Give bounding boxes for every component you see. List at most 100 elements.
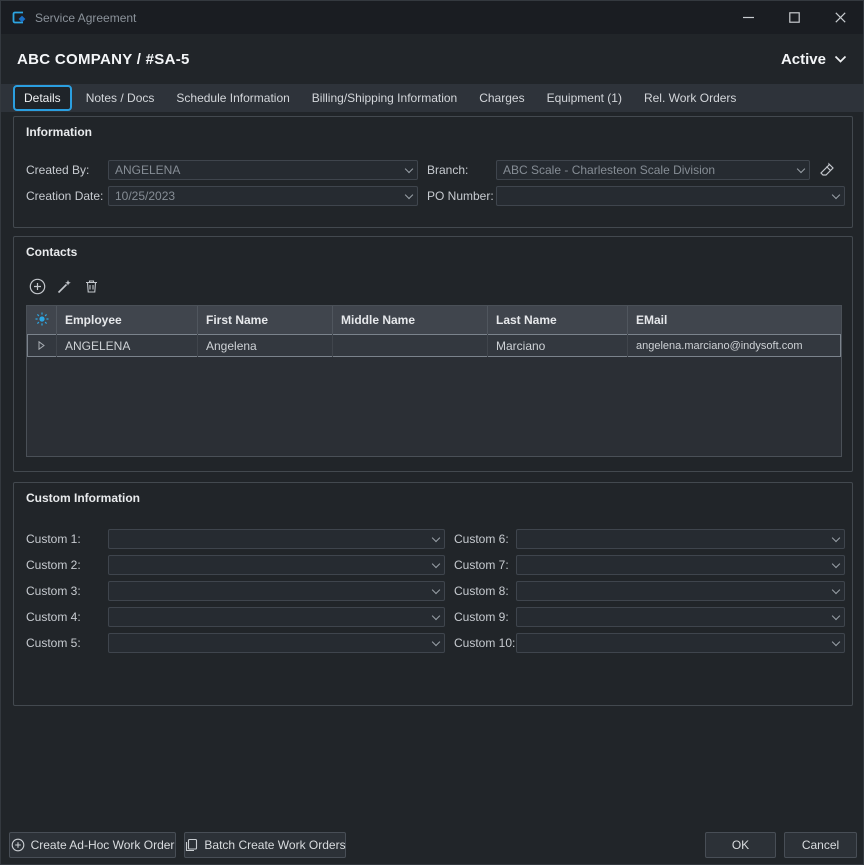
tab-schedule-information[interactable]: Schedule Information [165,84,300,112]
branch-value: ABC Scale - Charlesteon Scale Division [497,163,792,177]
minimize-button[interactable] [725,1,771,34]
chevron-down-icon [427,530,444,548]
custom-8-label: Custom 8: [454,581,509,601]
tab-rel-work-orders[interactable]: Rel. Work Orders [633,84,747,112]
titlebar: Service Agreement [1,1,863,34]
chevron-down-icon [400,161,417,179]
eraser-icon[interactable] [818,161,836,179]
creation-date-value: 10/25/2023 [109,189,400,203]
information-group: Information Created By: ANGELENA Branch:… [13,116,853,228]
batch-create-label: Batch Create Work Orders [204,838,345,852]
cancel-button[interactable]: Cancel [784,832,857,858]
documents-icon [184,838,198,852]
window-title: Service Agreement [35,11,136,25]
custom-3-label: Custom 3: [26,581,81,601]
custom-7-label: Custom 7: [454,555,509,575]
custom-9-label: Custom 9: [454,607,509,627]
chevron-down-icon [400,187,417,205]
custom-4-dropdown[interactable] [108,607,445,627]
tab-bar: Details Notes / Docs Schedule Informatio… [1,84,863,112]
close-button[interactable] [817,1,863,34]
information-group-title: Information [26,125,92,139]
create-adhoc-label: Create Ad-Hoc Work Order [31,838,175,852]
status-value: Active [781,51,826,68]
magic-wand-icon[interactable] [55,277,73,295]
custom-10-dropdown[interactable] [516,633,845,653]
column-header-employee[interactable]: Employee [57,306,198,334]
custom-6-dropdown[interactable] [516,529,845,549]
custom-9-dropdown[interactable] [516,607,845,627]
tab-charges[interactable]: Charges [468,84,535,112]
contact-row[interactable]: ANGELENA Angelena Marciano angelena.marc… [27,334,841,357]
branch-label: Branch: [427,160,468,180]
ok-label: OK [732,838,749,852]
chevron-down-icon [827,608,844,626]
chevron-down-icon [427,556,444,574]
contacts-group: Contacts Employee First Name M [13,236,853,472]
column-chooser-button[interactable] [27,306,57,334]
custom-5-label: Custom 5: [26,633,81,653]
record-title: ABC COMPANY / #SA-5 [17,51,190,68]
custom-2-dropdown[interactable] [108,555,445,575]
service-agreement-window: Service Agreement ABC COMPANY / #SA-5 Ac… [0,0,864,865]
app-icon [10,9,27,26]
custom-4-label: Custom 4: [26,607,81,627]
tab-equipment[interactable]: Equipment (1) [536,84,633,112]
cell-email: angelena.marciano@indysoft.com [628,334,841,357]
cell-last-name: Marciano [488,334,628,357]
custom-3-dropdown[interactable] [108,581,445,601]
delete-contact-icon[interactable] [82,277,100,295]
branch-dropdown[interactable]: ABC Scale - Charlesteon Scale Division [496,160,810,180]
po-number-label: PO Number: [427,186,494,206]
maximize-button[interactable] [771,1,817,34]
column-header-first-name[interactable]: First Name [198,306,333,334]
tab-details[interactable]: Details [13,85,72,111]
chevron-down-icon [827,530,844,548]
custom-5-dropdown[interactable] [108,633,445,653]
custom-10-label: Custom 10: [454,633,515,653]
cell-employee: ANGELENA [57,334,198,357]
chevron-down-icon [834,50,847,68]
tab-billing-shipping-information[interactable]: Billing/Shipping Information [301,84,468,112]
custom-2-label: Custom 2: [26,555,81,575]
tab-notes-docs[interactable]: Notes / Docs [75,84,166,112]
custom-information-group: Custom Information Custom 1: Custom 6: C… [13,482,853,706]
contacts-table-header: Employee First Name Middle Name Last Nam… [27,306,841,334]
chevron-down-icon [792,161,809,179]
creation-date-dropdown[interactable]: 10/25/2023 [108,186,418,206]
circle-plus-icon [11,838,25,852]
table-empty-area [27,357,841,456]
status-dropdown[interactable]: Active [781,50,847,68]
row-expander-cell [27,334,57,357]
chevron-down-icon [427,608,444,626]
cell-middle-name [333,334,488,357]
column-header-middle-name[interactable]: Middle Name [333,306,488,334]
chevron-down-icon [427,634,444,652]
chevron-down-icon [827,634,844,652]
po-number-dropdown[interactable] [496,186,845,206]
custom-6-label: Custom 6: [454,529,509,549]
custom-1-dropdown[interactable] [108,529,445,549]
custom-7-dropdown[interactable] [516,555,845,575]
chevron-down-icon [427,582,444,600]
created-by-label: Created By: [26,160,89,180]
batch-create-work-orders-button[interactable]: Batch Create Work Orders [184,832,346,858]
custom-8-dropdown[interactable] [516,581,845,601]
add-contact-icon[interactable] [28,277,46,295]
contacts-table: Employee First Name Middle Name Last Nam… [26,305,842,457]
created-by-dropdown[interactable]: ANGELENA [108,160,418,180]
ok-button[interactable]: OK [705,832,776,858]
custom-1-label: Custom 1: [26,529,81,549]
chevron-down-icon [827,187,844,205]
row-expander-icon[interactable] [38,339,45,353]
chevron-down-icon [827,582,844,600]
contacts-toolbar [28,277,100,295]
custom-information-group-title: Custom Information [26,491,140,505]
create-adhoc-work-order-button[interactable]: Create Ad-Hoc Work Order [9,832,176,858]
chevron-down-icon [827,556,844,574]
column-header-last-name[interactable]: Last Name [488,306,628,334]
sun-icon [35,312,49,329]
contacts-group-title: Contacts [26,245,77,259]
column-header-email[interactable]: EMail [628,306,841,334]
creation-date-label: Creation Date: [26,186,103,206]
